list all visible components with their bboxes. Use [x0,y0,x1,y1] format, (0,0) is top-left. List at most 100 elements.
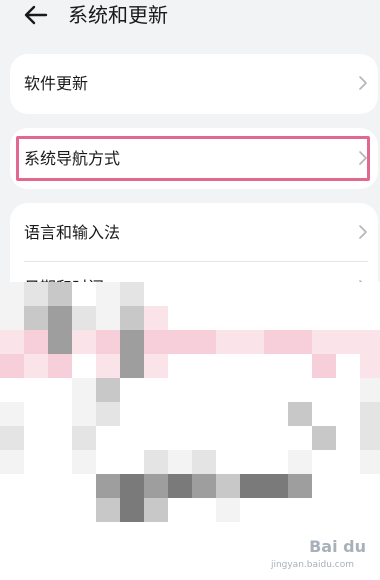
mosaic-cell [48,570,72,580]
mosaic-cell [240,570,264,580]
mosaic-cell [336,330,360,354]
mosaic-cell [360,450,380,474]
pixelated-region [0,282,380,580]
mosaic-cell [264,522,288,546]
mosaic-cell [24,498,48,522]
mosaic-cell [288,330,312,354]
mosaic-cell [72,546,96,570]
mosaic-cell [48,546,72,570]
mosaic-cell [360,570,380,580]
mosaic-cell [192,570,216,580]
mosaic-cell [72,450,96,474]
software-update-item[interactable]: 软件更新 [10,54,378,112]
mosaic-cell [312,450,336,474]
mosaic-cell [336,306,360,330]
mosaic-cell [240,402,264,426]
mosaic-cell [168,402,192,426]
mosaic-cell [264,402,288,426]
mosaic-cell [216,546,240,570]
mosaic-cell [336,474,360,498]
arrow-left-icon[interactable] [22,3,50,27]
mosaic-cell [264,378,288,402]
mosaic-cell [168,378,192,402]
mosaic-cell [96,282,120,306]
mosaic-cell [360,282,380,306]
mosaic-cell [360,498,380,522]
mosaic-cell [216,570,240,580]
mosaic-cell [360,306,380,330]
mosaic-cell [288,570,312,580]
mosaic-cell [72,570,96,580]
mosaic-cell [48,498,72,522]
mosaic-cell [120,378,144,402]
mosaic-cell [264,570,288,580]
mosaic-cell [72,426,96,450]
mosaic-cell [96,450,120,474]
mosaic-cell [0,426,24,450]
settings-card-software: 软件更新 [10,54,378,114]
mosaic-cell [312,330,336,354]
mosaic-cell [144,330,168,354]
mosaic-cell [72,354,96,378]
mosaic-cell [192,426,216,450]
mosaic-cell [72,306,96,330]
mosaic-cell [24,450,48,474]
mosaic-cell [336,282,360,306]
watermark-logo: Bai du [309,537,366,556]
mosaic-cell [312,378,336,402]
mosaic-cell [72,402,96,426]
mosaic-cell [120,546,144,570]
mosaic-cell [168,306,192,330]
mosaic-cell [24,474,48,498]
mosaic-cell [24,378,48,402]
mosaic-cell [0,306,24,330]
mosaic-cell [24,402,48,426]
mosaic-cell [240,498,264,522]
mosaic-cell [264,282,288,306]
mosaic-cell [96,378,120,402]
mosaic-cell [192,498,216,522]
date-time-item[interactable]: 日期和时间 [10,203,378,297]
mosaic-cell [72,498,96,522]
mosaic-cell [144,354,168,378]
mosaic-cell [216,450,240,474]
mosaic-cell [216,474,240,498]
mosaic-cell [96,498,120,522]
mosaic-cell [336,570,360,580]
mosaic-cell [48,474,72,498]
mosaic-cell [312,306,336,330]
page-title: 系统和更新 [68,3,168,27]
mosaic-cell [360,402,380,426]
mosaic-cell [0,498,24,522]
mosaic-cell [240,426,264,450]
mosaic-cell [192,378,216,402]
mosaic-cell [216,378,240,402]
mosaic-cell [288,474,312,498]
chevron-right-icon [359,76,367,90]
mosaic-cell [192,450,216,474]
mosaic-cell [120,306,144,330]
mosaic-cell [72,378,96,402]
mosaic-cell [312,498,336,522]
mosaic-cell [24,306,48,330]
mosaic-cell [360,330,380,354]
mosaic-cell [192,546,216,570]
mosaic-cell [312,402,336,426]
mosaic-cell [96,330,120,354]
mosaic-cell [96,402,120,426]
mosaic-cell [192,354,216,378]
mosaic-cell [48,450,72,474]
mosaic-cell [0,402,24,426]
mosaic-cell [0,330,24,354]
mosaic-cell [24,570,48,580]
mosaic-cell [96,570,120,580]
mosaic-cell [288,450,312,474]
mosaic-cell [240,522,264,546]
mosaic-cell [192,522,216,546]
mosaic-cell [144,522,168,546]
mosaic-cell [192,402,216,426]
mosaic-cell [264,498,288,522]
mosaic-cell [336,450,360,474]
mosaic-cell [144,402,168,426]
mosaic-cell [168,498,192,522]
